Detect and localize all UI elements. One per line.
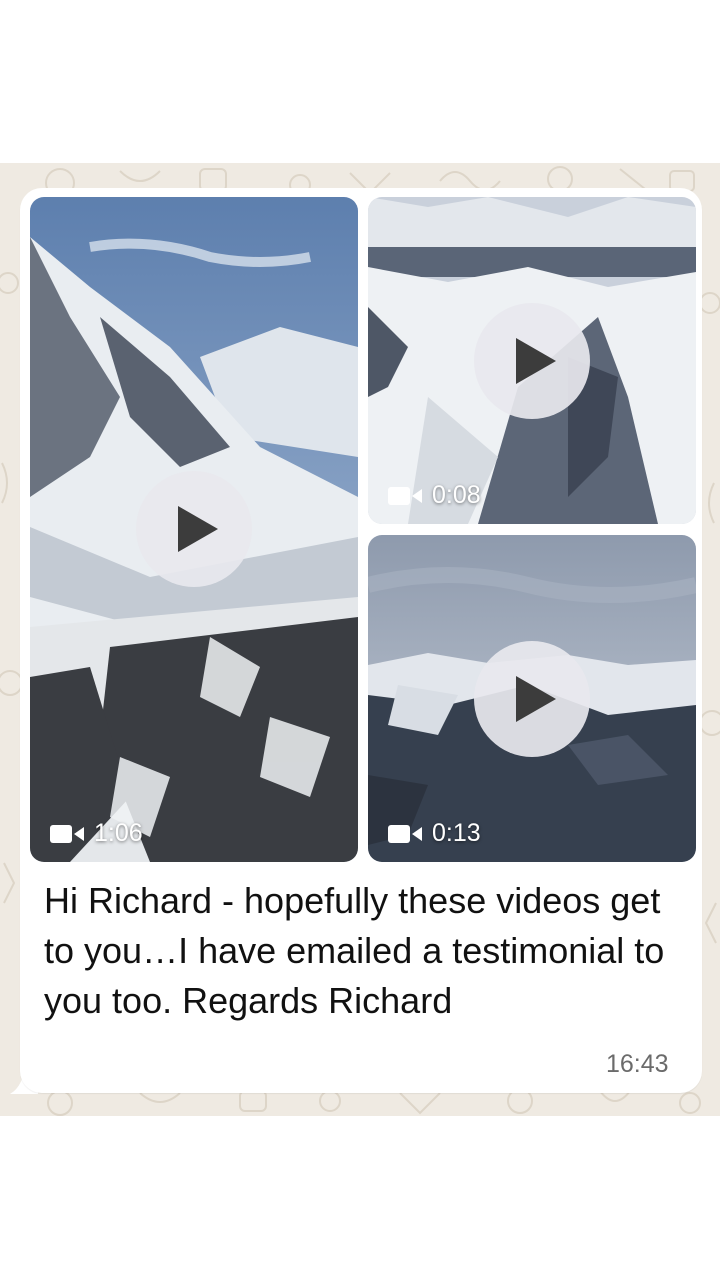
play-icon (516, 676, 556, 722)
message-text: Hi Richard - hopefully these videos get … (44, 880, 665, 1021)
play-icon (516, 338, 556, 384)
video-thumbnail-2[interactable]: 0:08 (368, 197, 696, 524)
duration-label: 0:13 (432, 819, 481, 847)
duration-label: 0:08 (432, 481, 481, 509)
play-button[interactable] (474, 641, 590, 757)
video-thumbnail-3[interactable]: 0:13 (368, 535, 696, 862)
video-duration: 0:13 (388, 819, 481, 848)
video-camera-icon (50, 824, 84, 843)
play-icon (178, 506, 218, 552)
duration-label: 1:06 (94, 819, 143, 847)
play-button[interactable] (474, 303, 590, 419)
video-camera-icon (388, 486, 422, 505)
play-button[interactable] (136, 471, 252, 587)
video-duration: 0:08 (388, 481, 481, 510)
video-thumbnail-1[interactable]: 1:06 (30, 197, 358, 862)
video-camera-icon (388, 824, 422, 843)
video-duration: 1:06 (50, 819, 143, 848)
message-timestamp: 16:43 (606, 1050, 669, 1078)
